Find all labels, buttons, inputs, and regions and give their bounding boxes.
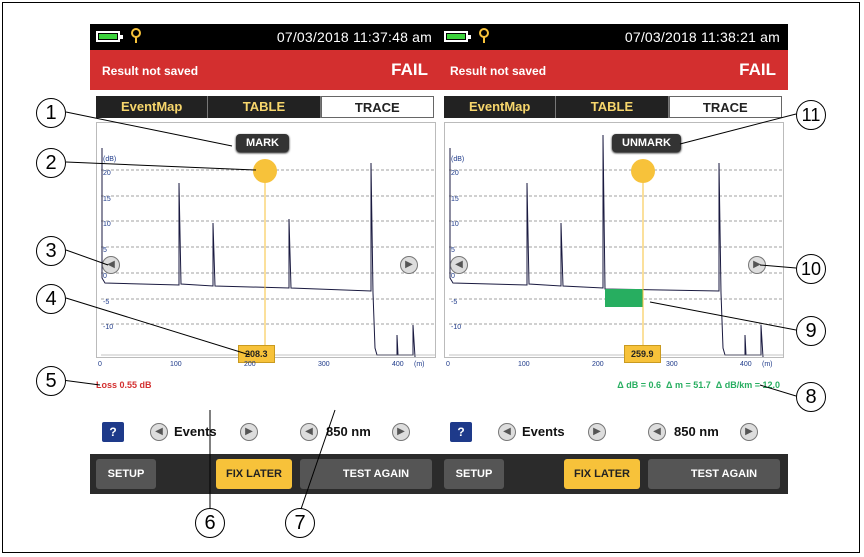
callout-3: 3 <box>36 236 66 266</box>
callout-5: 5 <box>36 366 66 396</box>
callout-6: 6 <box>195 508 225 538</box>
callout-8: 8 <box>796 382 826 412</box>
callout-4: 4 <box>36 284 66 314</box>
callout-10: 10 <box>796 254 826 284</box>
callout-9: 9 <box>796 316 826 346</box>
callout-11: 11 <box>796 100 826 130</box>
callout-7: 7 <box>285 508 315 538</box>
callout-1: 1 <box>36 98 66 128</box>
callout-lines <box>61 111 797 513</box>
callout-2: 2 <box>36 148 66 178</box>
